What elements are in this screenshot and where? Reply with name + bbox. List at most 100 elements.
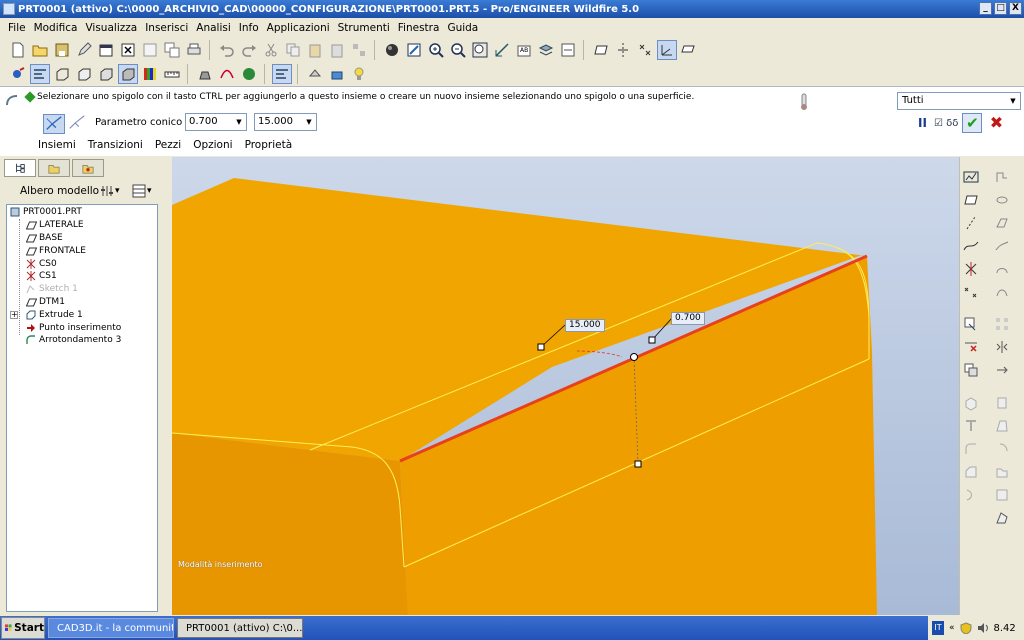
tree-item[interactable]: CS1: [7, 270, 157, 283]
minimize-button[interactable]: _: [979, 2, 992, 15]
ok-button[interactable]: ✔: [962, 113, 983, 133]
select-filter-icon[interactable]: [30, 64, 50, 84]
sweep-tool-icon[interactable]: [992, 213, 1012, 233]
filter-select-icon[interactable]: [272, 64, 292, 84]
datum-points-icon[interactable]: [635, 40, 655, 60]
window-icon[interactable]: [96, 40, 116, 60]
coordinate-systems-icon[interactable]: [657, 40, 677, 60]
chevron-down-icon[interactable]: ▼: [233, 115, 245, 129]
menu-applicazioni[interactable]: Applicazioni: [263, 22, 334, 34]
model-geometry[interactable]: [172, 157, 959, 615]
close-doc-icon[interactable]: [118, 40, 138, 60]
variable-section-icon[interactable]: [961, 485, 981, 505]
reorient-icon[interactable]: [492, 40, 512, 60]
wireframe-icon[interactable]: [52, 64, 72, 84]
copy-window-icon[interactable]: [140, 40, 160, 60]
zoom-in-icon[interactable]: [426, 40, 446, 60]
transition-mode-icon[interactable]: [67, 114, 89, 134]
tree-item[interactable]: CS0: [7, 257, 157, 270]
refit-icon[interactable]: [470, 40, 490, 60]
tree-item[interactable]: + Extrude 1: [7, 308, 157, 321]
print-icon[interactable]: [184, 40, 204, 60]
point-tool-icon[interactable]: [961, 259, 981, 279]
cancel-button[interactable]: ✖: [986, 113, 1006, 133]
radius-field[interactable]: 15.000 ▼: [254, 113, 317, 131]
menu-guida[interactable]: Guida: [443, 22, 482, 34]
chevron-down-icon[interactable]: ▼: [303, 115, 315, 129]
cut-icon[interactable]: [261, 40, 281, 60]
plane-tool-icon[interactable]: [961, 190, 981, 210]
duplicate-icon[interactable]: [162, 40, 182, 60]
tray-expand-icon[interactable]: «: [949, 623, 955, 633]
tree-item[interactable]: Punto inserimento: [7, 321, 157, 334]
menu-modifica[interactable]: Modifica: [30, 22, 82, 34]
folder-browser-tab[interactable]: [38, 159, 70, 177]
tree-item[interactable]: Arrotondamento 3: [7, 334, 157, 347]
tab-insiemi[interactable]: Insiemi: [38, 139, 76, 151]
start-button[interactable]: Start: [1, 617, 45, 639]
rib-tool-icon[interactable]: [961, 416, 981, 436]
no-hidden-icon[interactable]: [96, 64, 116, 84]
datum-display-icon[interactable]: [961, 167, 981, 187]
model-check-icon[interactable]: [239, 64, 259, 84]
language-indicator[interactable]: IT: [932, 621, 944, 635]
new-file-icon[interactable]: [8, 40, 28, 60]
regenerate-icon[interactable]: [349, 40, 369, 60]
delete-tool-icon[interactable]: [961, 337, 981, 357]
edit-icon[interactable]: [74, 40, 94, 60]
taskbar-item-browser[interactable]: CAD3D.it - la community ...: [48, 618, 174, 638]
copy-icon[interactable]: [283, 40, 303, 60]
hidden-line-icon[interactable]: [74, 64, 94, 84]
shaded-icon[interactable]: [118, 64, 138, 84]
menu-file[interactable]: File: [4, 22, 30, 34]
sketch-tool-icon[interactable]: [992, 167, 1012, 187]
curvature-icon[interactable]: [217, 64, 237, 84]
annotations-icon[interactable]: [679, 40, 699, 60]
hole-tool-icon[interactable]: [961, 393, 981, 413]
menu-finestra[interactable]: Finestra: [394, 22, 444, 34]
tab-opzioni[interactable]: Opzioni: [193, 139, 232, 151]
solidify-tool-icon[interactable]: [992, 508, 1012, 528]
tree-columns-button[interactable]: ▾: [132, 182, 158, 200]
copy-paste-tool-icon[interactable]: [961, 314, 981, 334]
edge-chamfer-icon[interactable]: [961, 462, 981, 482]
offset-tool-icon[interactable]: [992, 485, 1012, 505]
close-window-button[interactable]: X: [1009, 2, 1022, 15]
security-shield-icon[interactable]: [960, 622, 972, 634]
datum-planes-icon[interactable]: [591, 40, 611, 60]
graphics-window[interactable]: 15.000 0.700 Modalità inserimento: [172, 157, 959, 615]
curve-tool-icon[interactable]: [961, 236, 981, 256]
draft-tool-icon[interactable]: [992, 416, 1012, 436]
tip-bulb-icon[interactable]: [349, 64, 369, 84]
pause-button[interactable]: II: [918, 116, 930, 130]
blend-tool-icon[interactable]: [992, 236, 1012, 256]
feature-icon[interactable]: [305, 64, 325, 84]
selection-filter-select[interactable]: Tutti ▼: [897, 92, 1021, 110]
conic-dimension-label[interactable]: 0.700: [671, 312, 705, 325]
paste-special-icon[interactable]: [327, 40, 347, 60]
tab-proprieta[interactable]: Proprietà: [245, 139, 293, 151]
merge-tool-icon[interactable]: [961, 360, 981, 380]
paste-icon[interactable]: [305, 40, 325, 60]
undo-icon[interactable]: [217, 40, 237, 60]
taskbar-item-proe[interactable]: PRT0001 (attivo) C:\0...: [177, 618, 303, 638]
revolve-tool-icon[interactable]: [992, 190, 1012, 210]
mirror-tool-icon[interactable]: [992, 337, 1012, 357]
menu-info[interactable]: Info: [235, 22, 263, 34]
tree-settings-button[interactable]: ▾: [100, 182, 126, 200]
pattern-tool-icon[interactable]: [992, 314, 1012, 334]
family-table-icon[interactable]: [327, 64, 347, 84]
shading-sphere-icon[interactable]: [382, 40, 402, 60]
tree-item[interactable]: PRT0001.PRT: [7, 206, 157, 219]
save-file-icon[interactable]: [52, 40, 72, 60]
expand-toggle[interactable]: +: [10, 310, 18, 319]
datum-axes-icon[interactable]: [613, 40, 633, 60]
favorites-tab[interactable]: [72, 159, 104, 177]
boundary-tool-icon[interactable]: [992, 282, 1012, 302]
tree-item[interactable]: DTM1: [7, 296, 157, 309]
mass-properties-icon[interactable]: [195, 64, 215, 84]
axis-tool-icon[interactable]: [961, 213, 981, 233]
redo-icon[interactable]: [239, 40, 259, 60]
preview-toggle[interactable]: ☑ δδ: [934, 118, 958, 129]
conic-parameter-field[interactable]: 0.700 ▼: [185, 113, 247, 131]
